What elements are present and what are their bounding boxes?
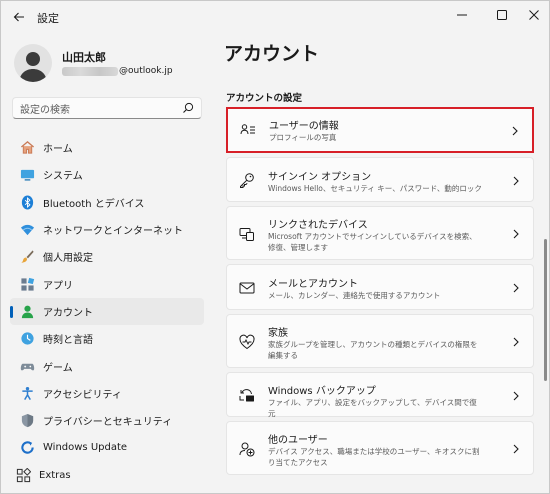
- sidebar-item-extras[interactable]: Extras: [6, 462, 204, 489]
- maximize-icon: [497, 10, 507, 20]
- sidebar-item-gaming[interactable]: ゲーム: [10, 352, 204, 379]
- title-bar: 設定: [1, 1, 549, 33]
- card-title: 家族: [268, 328, 288, 339]
- sidebar-item-apps[interactable]: アプリ: [10, 270, 204, 297]
- close-icon: [529, 10, 539, 20]
- system-icon: [19, 167, 35, 183]
- shield-icon: [19, 413, 35, 429]
- search-input[interactable]: [13, 100, 173, 121]
- card-windows-backup[interactable]: Windows バックアップ ファイル、アプリ、設定をバックアップして、デバイス…: [226, 372, 534, 418]
- sidebar-item-label: アクセシビリティ: [43, 389, 122, 401]
- card-user-info[interactable]: ユーザーの情報 プロフィールの写真: [226, 107, 534, 153]
- sidebar-item-personalization[interactable]: 個人用設定: [10, 243, 204, 270]
- chevron-right-icon: [513, 283, 519, 293]
- sidebar-item-time-language[interactable]: 時刻と言語: [10, 325, 204, 352]
- extras-icon: [15, 467, 31, 483]
- sidebar-item-label: アカウント: [43, 307, 93, 319]
- backup-icon: [238, 386, 256, 404]
- key-icon: [238, 171, 256, 189]
- minimize-icon: [457, 14, 467, 16]
- sidebar-item-home[interactable]: ホーム: [10, 134, 204, 161]
- sidebar-item-label: Extras: [39, 469, 71, 481]
- chevron-right-icon: [513, 337, 519, 347]
- email-suffix: @outlook.jp: [119, 66, 173, 76]
- user-name: 山田太郎: [62, 51, 106, 64]
- sidebar-item-system[interactable]: システム: [10, 161, 204, 188]
- card-title: リンクされたデバイス: [268, 220, 368, 231]
- sidebar-item-label: 個人用設定: [43, 253, 93, 265]
- sidebar-item-label: Bluetooth とデバイス: [43, 198, 145, 210]
- card-email-accounts[interactable]: メールとアカウント メール、カレンダー、連絡先で使用するアカウント: [226, 264, 534, 310]
- search-box[interactable]: [12, 97, 202, 121]
- scrollbar[interactable]: [544, 239, 547, 381]
- sidebar-item-label: プライバシーとセキュリティ: [43, 417, 173, 429]
- card-description: 家族グループを管理し、アカウントの種類とデバイスの権限を編集する: [268, 340, 478, 360]
- card-description: プロフィールの写真: [269, 133, 337, 142]
- avatar[interactable]: [14, 44, 52, 82]
- email-redaction: [62, 66, 118, 76]
- wifi-icon: [19, 222, 35, 238]
- card-title: メールとアカウント: [268, 279, 358, 290]
- section-title: アカウントの設定: [226, 93, 303, 104]
- other-users-icon: [238, 440, 256, 458]
- card-title: Windows バックアップ: [268, 386, 376, 397]
- card-title: 他のユーザー: [268, 435, 328, 446]
- card-title: ユーザーの情報: [269, 121, 339, 132]
- card-sign-in-options[interactable]: サインイン オプション Windows Hello、セキュリティ キー、パスワー…: [226, 157, 534, 202]
- sidebar-item-label: アプリ: [43, 280, 73, 292]
- sidebar-item-label: ネットワークとインターネット: [43, 226, 183, 238]
- sidebar-item-label: システム: [43, 171, 83, 183]
- sidebar-item-accessibility[interactable]: アクセシビリティ: [10, 380, 204, 407]
- mail-icon: [238, 279, 256, 297]
- user-email: @outlook.jp: [62, 66, 173, 76]
- globe-clock-icon: [19, 331, 35, 347]
- user-info-icon: [239, 121, 257, 139]
- sidebar-item-network[interactable]: ネットワークとインターネット: [10, 216, 204, 243]
- card-description: Windows Hello、セキュリティ キー、パスワード、動的ロック: [268, 184, 482, 193]
- sidebar-item-label: 時刻と言語: [43, 335, 93, 347]
- sidebar-item-privacy[interactable]: プライバシーとセキュリティ: [10, 407, 204, 434]
- card-title: サインイン オプション: [268, 172, 372, 183]
- card-description: デバイス アクセス、職場または学校のユーザー、キオスクに割り当てたアクセス: [268, 447, 480, 467]
- settings-cards: ユーザーの情報 プロフィールの写真 サインイン オプション Windows He…: [226, 107, 534, 479]
- home-icon: [19, 140, 35, 156]
- card-description: Microsoft アカウントでサインインしているデバイスを検索、修復、管理しま…: [268, 232, 477, 252]
- chevron-right-icon: [512, 126, 518, 136]
- back-arrow-icon: [13, 12, 24, 22]
- linked-devices-icon: [238, 225, 256, 243]
- app-title: 設定: [37, 12, 59, 25]
- sidebar-item-windows-update[interactable]: Windows Update: [10, 434, 204, 461]
- maximize-button[interactable]: [485, 1, 519, 29]
- chevron-right-icon: [513, 176, 519, 186]
- accessibility-icon: [19, 385, 35, 401]
- person-silhouette-icon: [19, 52, 47, 82]
- sidebar-item-label: ゲーム: [43, 362, 73, 374]
- chevron-right-icon: [513, 444, 519, 454]
- chevron-right-icon: [513, 391, 519, 401]
- account-icon: [19, 303, 35, 319]
- family-heart-icon: [238, 333, 256, 351]
- sidebar-nav: ホーム システム Bluetooth とデバイス ネットワークとインターネット …: [10, 134, 204, 489]
- sidebar-item-bluetooth[interactable]: Bluetooth とデバイス: [10, 189, 204, 216]
- back-button[interactable]: [7, 5, 31, 29]
- card-other-users[interactable]: 他のユーザー デバイス アクセス、職場または学校のユーザー、キオスクに割り当てた…: [226, 421, 534, 475]
- minimize-button[interactable]: [445, 1, 479, 29]
- page-title: アカウント: [224, 43, 320, 65]
- card-linked-devices[interactable]: リンクされたデバイス Microsoft アカウントでサインインしているデバイス…: [226, 206, 534, 260]
- bluetooth-icon: [19, 194, 35, 210]
- sidebar-item-label: ホーム: [43, 144, 73, 156]
- brush-icon: [19, 249, 35, 265]
- card-description: ファイル、アプリ、設定をバックアップして、デバイス間で復元: [268, 398, 477, 418]
- apps-icon: [19, 276, 35, 292]
- sidebar-item-label: Windows Update: [43, 442, 128, 454]
- card-family[interactable]: 家族 家族グループを管理し、アカウントの種類とデバイスの権限を編集する: [226, 314, 534, 368]
- gamepad-icon: [19, 358, 35, 374]
- search-icon[interactable]: [182, 102, 194, 114]
- update-icon: [19, 440, 35, 456]
- chevron-right-icon: [513, 229, 519, 239]
- close-button[interactable]: [517, 1, 549, 29]
- sidebar-item-accounts[interactable]: アカウント: [10, 297, 204, 326]
- card-description: メール、カレンダー、連絡先で使用するアカウント: [268, 291, 441, 300]
- settings-window: 設定 山田太郎 @outlook.jp 設定の検索 ホーム システム Bluet…: [0, 0, 550, 494]
